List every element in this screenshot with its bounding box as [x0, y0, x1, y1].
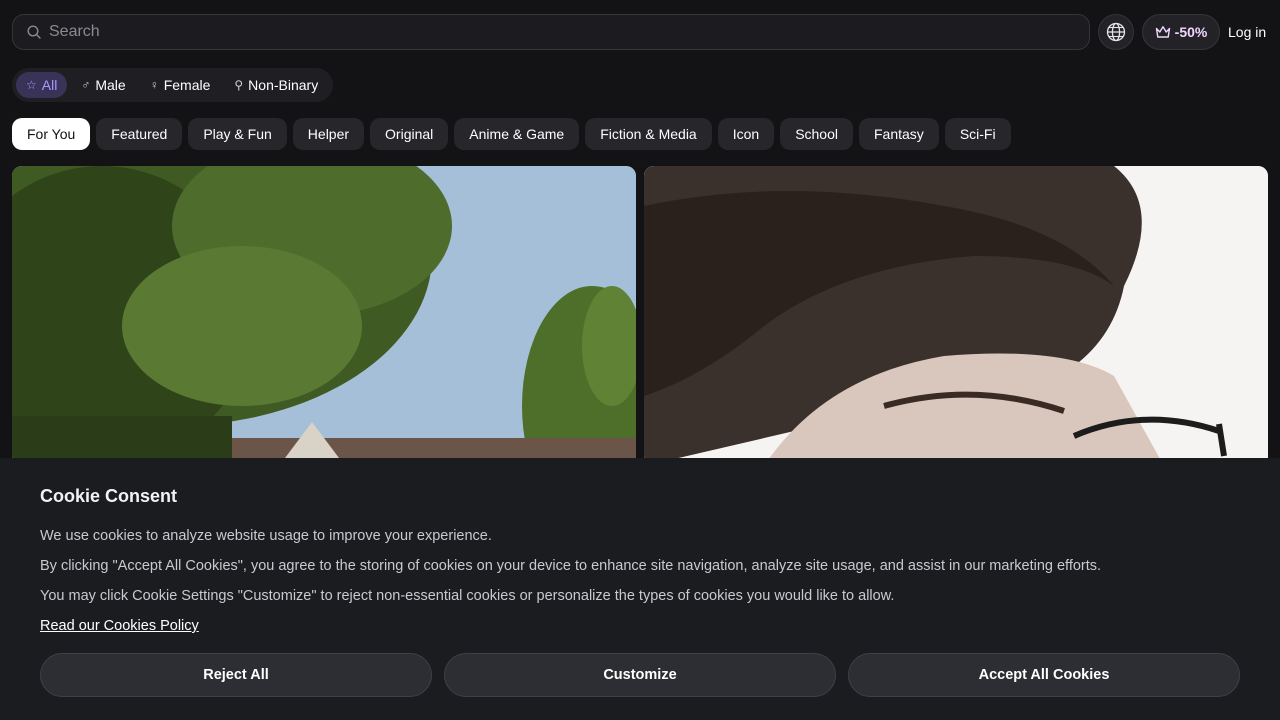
category-tab-fiction-media[interactable]: Fiction & Media [585, 118, 712, 150]
female-symbol-icon: ♀ [149, 78, 159, 92]
gender-tab-label: Female [163, 77, 211, 93]
customize-button[interactable]: Customize [444, 653, 836, 697]
tree-house-photo [12, 166, 636, 466]
gender-tab-non-binary[interactable]: ⚲ Non-Binary [224, 72, 328, 98]
search-input[interactable] [49, 23, 1049, 41]
cookie-title: Cookie Consent [40, 486, 178, 506]
gender-tab-female[interactable]: ♀ Female [140, 72, 221, 98]
cookie-text-customize: You may click Cookie Settings "Customize… [40, 588, 895, 604]
category-tab-featured[interactable]: Featured [96, 118, 183, 150]
character-card-image[interactable] [644, 166, 1268, 466]
search-bar[interactable] [12, 14, 1090, 50]
category-tab-anime-game[interactable]: Anime & Game [454, 118, 580, 150]
category-tab-play-fun[interactable]: Play & Fun [188, 118, 287, 150]
category-tab-fantasy[interactable]: Fantasy [859, 118, 939, 150]
login-link[interactable]: Log in [1228, 24, 1266, 40]
cookie-text-accept: By clicking "Accept All Cookies", you ag… [40, 558, 1102, 574]
cookie-policy-link[interactable]: Read our Cookies Policy [40, 618, 1240, 634]
top-bar: -50% Log in [12, 14, 1268, 50]
gender-tab-label: All [41, 77, 58, 93]
cookie-buttons: Reject All Customize Accept All Cookies [40, 653, 1240, 697]
cookie-consent-banner: Cookie Consent We use cookies to analyze… [0, 458, 1280, 720]
crown-icon [1155, 26, 1170, 38]
category-tabs: For You Featured Play & Fun Helper Origi… [12, 118, 1011, 150]
premium-discount-button[interactable]: -50% [1142, 14, 1220, 50]
category-tab-sci-fi[interactable]: Sci-Fi [944, 118, 1011, 150]
gender-tab-all[interactable]: ☆ All [16, 72, 68, 98]
category-tab-for-you[interactable]: For You [12, 118, 91, 150]
category-tab-school[interactable]: School [780, 118, 853, 150]
gender-tab-label: Male [95, 77, 126, 93]
accept-all-cookies-button[interactable]: Accept All Cookies [848, 653, 1240, 697]
male-symbol-icon: ♂ [81, 78, 91, 92]
search-icon [27, 25, 41, 39]
non-binary-symbol-icon: ⚲ [234, 78, 244, 92]
cookie-text-usage: We use cookies to analyze website usage … [40, 528, 492, 544]
category-tab-original[interactable]: Original [370, 118, 449, 150]
star-icon: ☆ [26, 78, 37, 92]
category-tab-icon[interactable]: Icon [717, 118, 775, 150]
anime-portrait-illustration [644, 166, 1268, 466]
reject-all-button[interactable]: Reject All [40, 653, 432, 697]
category-tab-helper[interactable]: Helper [292, 118, 365, 150]
gender-tab-male[interactable]: ♂ Male [71, 72, 135, 98]
gender-filter: ☆ All ♂ Male ♀ Female ⚲ Non-Binary [12, 68, 333, 102]
promo-label: -50% [1174, 24, 1208, 40]
character-card-image[interactable] [12, 166, 636, 466]
globe-icon [1106, 22, 1126, 42]
gender-tab-label: Non-Binary [248, 77, 319, 93]
language-button[interactable] [1098, 14, 1134, 50]
